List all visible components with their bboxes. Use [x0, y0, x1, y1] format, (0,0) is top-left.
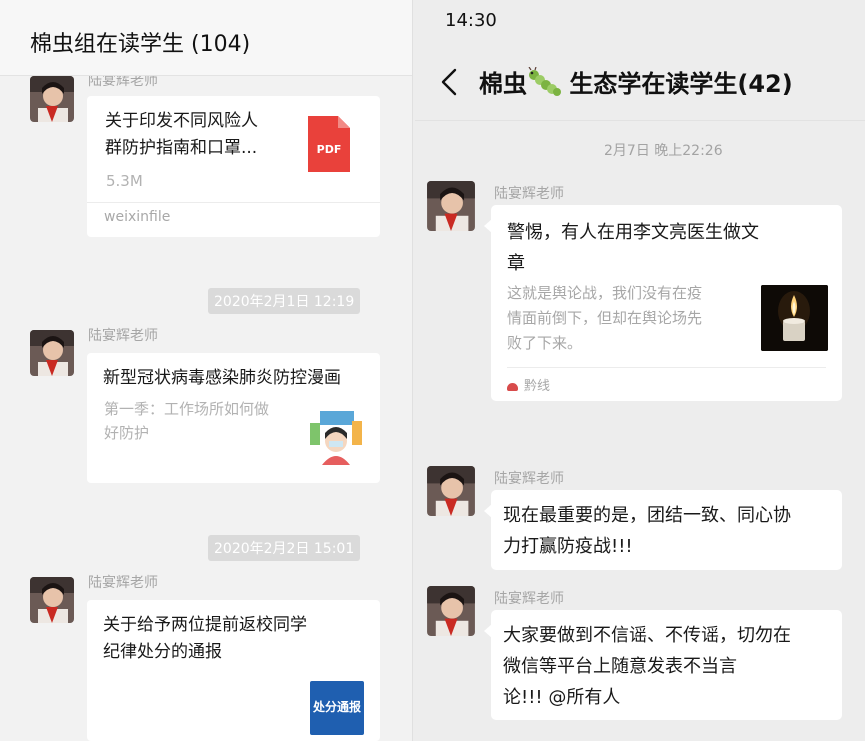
avatar[interactable]	[427, 586, 475, 636]
timestamp: 2月7日 晚上22:26	[604, 143, 723, 159]
sender-name: 陆宴辉老师	[494, 591, 564, 607]
file-card-title-line2: 群防护指南和口罩...	[105, 138, 258, 158]
sender-name: 陆宴辉老师	[494, 186, 564, 202]
back-button[interactable]	[435, 62, 465, 102]
card-divider	[507, 367, 826, 368]
message-line1: 大家要做到不信谣、不传谣，切勿在	[503, 625, 791, 646]
file-source: weixinfile	[104, 209, 171, 225]
message-line3: 论!!! @所有人	[503, 687, 621, 708]
message-line2: 力打赢防疫战!!!	[503, 536, 633, 557]
article-card[interactable]: 新型冠状病毒感染肺炎防控漫画 第一季：工作场所如何做 好防护	[87, 353, 380, 483]
left-chat-title: 棉虫组在读学生 (104)	[30, 32, 251, 57]
article-title-line1: 警惕，有人在用李文亮医生做文	[507, 222, 759, 243]
article-title-line1: 关于给予两位提前返校同学	[103, 615, 307, 635]
source-icon	[507, 382, 518, 391]
text-message-bubble[interactable]: 现在最重要的是，团结一致、同心协 力打赢防疫战!!!	[484, 490, 842, 570]
text-message-bubble[interactable]: 大家要做到不信谣、不传谣，切勿在 微信等平台上随意发表不当言 论!!! @所有人	[484, 610, 842, 720]
avatar[interactable]	[30, 330, 74, 376]
caterpillar-icon	[527, 66, 561, 103]
right-chat-title: 棉虫 生态学在读学生(42)	[479, 64, 793, 103]
article-card[interactable]: 关于给予两位提前返校同学 纪律处分的通报 处分通报	[87, 600, 380, 741]
message-line2: 微信等平台上随意发表不当言	[503, 656, 737, 677]
status-bar-time: 14:30	[445, 10, 497, 31]
article-bubble[interactable]: 警惕，有人在用李文亮医生做文 章 这就是舆论战，我们没有在疫 情面前倒下，但却在…	[484, 205, 842, 401]
card-divider	[87, 202, 380, 203]
timestamp: 2020年2月2日 15:01	[208, 535, 361, 561]
file-card-title-line1: 关于印发不同风险人	[105, 111, 258, 131]
article-desc-line1: 第一季：工作场所如何做	[104, 400, 270, 418]
message-line1: 现在最重要的是，团结一致、同心协	[503, 505, 791, 526]
sender-name: 陆宴辉老师	[88, 328, 158, 344]
left-chat-panel: 棉虫组在读学生 (104) 陆宴辉老师 关于印发不同风险人 群防护指南和口罩..…	[0, 0, 413, 741]
sender-name: 陆宴辉老师	[88, 575, 158, 591]
right-chat-title-prefix: 棉虫	[479, 70, 527, 98]
article-source-name: 黔线	[524, 379, 551, 394]
right-chat-panel: 14:30 棉虫 生态学在读学生(42) 2月7日 晚上22:26 陆宴辉老师 …	[415, 0, 865, 741]
article-desc-line2: 情面前倒下，但却在舆论场先	[507, 309, 703, 327]
pdf-file-label: PDF	[316, 143, 342, 156]
avatar[interactable]	[30, 577, 74, 623]
header-divider	[415, 120, 865, 121]
article-desc-line2: 好防护	[104, 424, 150, 442]
article-title: 新型冠状病毒感染肺炎防控漫画	[103, 368, 341, 388]
notice-thumbnail-text: 处分通报	[312, 700, 361, 714]
pdf-file-icon: PDF	[308, 116, 350, 172]
right-chat-title-suffix: 生态学在读学生(42)	[561, 70, 793, 98]
left-chat-header: 棉虫组在读学生 (104)	[0, 0, 412, 76]
avatar[interactable]	[427, 181, 475, 231]
file-card[interactable]: 关于印发不同风险人 群防护指南和口罩... 5.3M PDF weixinfil…	[87, 96, 380, 237]
sender-name: 陆宴辉老师	[494, 471, 564, 487]
article-desc-line1: 这就是舆论战，我们没有在疫	[507, 284, 703, 302]
avatar[interactable]	[30, 76, 74, 122]
candle-thumbnail	[761, 285, 828, 351]
article-title-line2: 章	[507, 253, 525, 274]
timestamp: 2020年2月1日 12:19	[208, 288, 361, 314]
article-title-line2: 纪律处分的通报	[103, 642, 222, 662]
article-desc-line3: 败了下来。	[507, 334, 583, 352]
file-size: 5.3M	[106, 172, 143, 190]
article-source: 黔线	[507, 375, 550, 394]
cartoon-thumbnail	[308, 407, 364, 465]
chevron-left-icon	[441, 68, 457, 96]
notice-thumbnail: 处分通报	[310, 681, 364, 735]
avatar[interactable]	[427, 466, 475, 516]
